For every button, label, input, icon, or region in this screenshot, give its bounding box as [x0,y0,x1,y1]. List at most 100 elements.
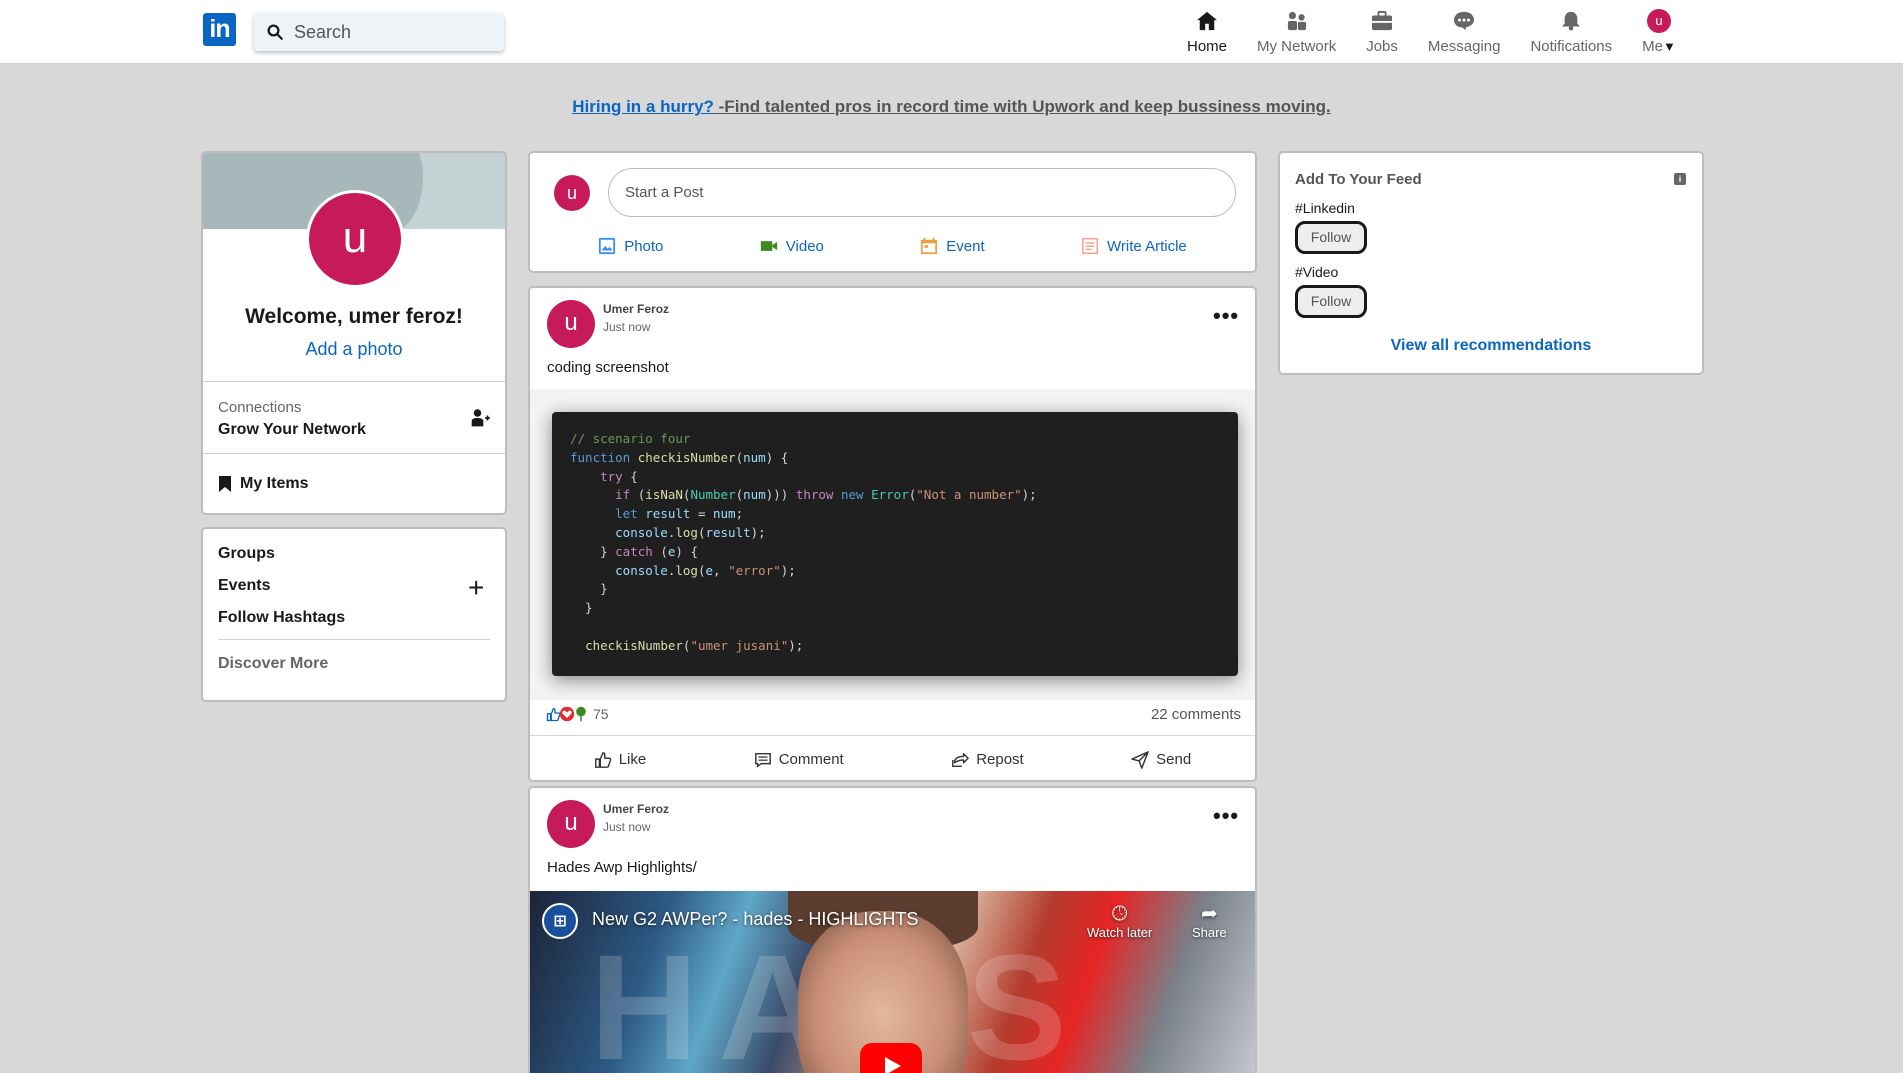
post-text: Hades Awp Highlights/ [547,859,697,876]
promo-text: -Find talented pros in record time with … [713,97,1331,116]
watch-later-button[interactable]: 🕓︎ Watch later [1087,903,1152,940]
profile-card: u Welcome, umer feroz! Add a photo Conne… [201,151,507,515]
groups-card: Groups Events + Follow Hashtags Discover… [201,527,507,702]
search-input[interactable] [294,21,494,43]
nav-my-network-label: My Network [1257,38,1337,55]
video-button[interactable]: Video [760,237,824,255]
bell-icon [1562,11,1581,31]
embedded-video[interactable]: HAES ⊞ New G2 AWPer? - hades - HIGHLIGHT… [530,891,1255,1073]
repost-button[interactable]: Repost [951,751,1024,769]
video-icon [760,241,777,251]
post-time: Just now [603,320,651,334]
post-actions: Like Comment Repost Send [530,737,1255,780]
linkedin-logo[interactable]: in [203,13,236,46]
connections-label[interactable]: Connections [218,399,301,416]
share-video-button[interactable]: ➦ Share [1192,903,1227,940]
me-avatar: u [1647,9,1671,33]
network-icon [1287,11,1306,31]
like-button[interactable]: Like [594,751,646,769]
code-screenshot: // scenario four function checkisNumber(n… [552,412,1238,676]
follow-hashtags-link[interactable]: Follow Hashtags [218,609,345,627]
nav-home-label: Home [1187,38,1228,55]
nav-me[interactable]: u Me▼ [1627,8,1691,60]
nav-my-network[interactable]: My Network [1242,8,1351,60]
add-to-feed-card: Add To Your Feed i #Linkedin Follow #Vid… [1278,151,1704,375]
clock-icon: 🕓︎ [1111,903,1128,925]
author-avatar[interactable]: u [547,800,595,848]
author-avatar[interactable]: u [547,300,595,348]
calendar-icon [921,237,938,255]
briefcase-icon [1372,11,1393,31]
nav-home[interactable]: Home [1172,8,1242,60]
author-name[interactable]: Umer Feroz [603,302,669,316]
add-photo-link[interactable]: Add a photo [203,339,505,360]
welcome-text: Welcome, umer feroz! [245,305,463,328]
info-icon[interactable]: i [1674,173,1686,185]
nav-messaging-label: Messaging [1427,38,1501,55]
post-time: Just now [603,820,651,834]
hashtag-label[interactable]: #Linkedin [1295,200,1355,216]
composer-actions: Photo Video Event Write Article [530,237,1255,255]
start-post-input[interactable]: Start a Post [608,168,1236,217]
post-composer: u Start a Post Photo Video Event Write A… [528,151,1257,273]
promo-banner: Hiring in a hurry? -Find talented pros i… [0,97,1903,117]
search-icon [267,24,283,40]
send-button[interactable]: Send [1131,750,1191,769]
hashtag-label[interactable]: #Video [1295,264,1338,280]
groups-link[interactable]: Groups [218,545,275,563]
nav-notifications[interactable]: Notifications [1515,8,1627,60]
composer-avatar: u [554,175,590,211]
feed-card-title: Add To Your Feed [1295,171,1422,188]
photo-button[interactable]: Photo [598,237,663,255]
share-arrow-icon: ➦ [1200,903,1218,925]
follow-button[interactable]: Follow [1295,285,1367,318]
channel-logo-icon[interactable]: ⊞ [542,903,578,939]
more-options-icon[interactable]: ••• [1213,305,1239,327]
video-title[interactable]: New G2 AWPer? - hades - HIGHLIGHTS [592,909,918,930]
profile-avatar[interactable]: u [306,190,404,288]
my-items-link[interactable]: My Items [218,475,308,493]
post-image[interactable]: // scenario four function checkisNumber(n… [530,389,1255,700]
divider [203,453,505,454]
home-icon [1197,11,1217,31]
divider [218,639,490,640]
more-options-icon[interactable]: ••• [1213,805,1239,827]
celebrate-reaction-icon [573,706,589,722]
add-connection-icon[interactable] [470,408,490,428]
post-text: coding screenshot [547,359,669,376]
author-name[interactable]: Umer Feroz [603,802,669,816]
caret-down-icon: ▼ [1662,39,1676,54]
feed-post: u Umer Feroz Just now ••• Hades Awp High… [528,786,1257,1073]
bookmark-icon [219,476,231,492]
nav-jobs[interactable]: Jobs [1351,8,1413,60]
discover-more-link[interactable]: Discover More [218,655,328,673]
comment-button[interactable]: Comment [754,751,844,769]
nav-messaging[interactable]: Messaging [1413,8,1516,60]
play-button-icon[interactable] [860,1043,922,1073]
view-all-recommendations-link[interactable]: View all recommendations [1280,337,1702,355]
photo-icon [599,237,616,255]
comments-count[interactable]: 22 comments [1151,706,1241,723]
send-icon [1131,750,1149,769]
promo-link[interactable]: Hiring in a hurry? [572,97,714,116]
reactions-summary[interactable]: 75 [545,706,609,722]
events-link[interactable]: Events [218,577,270,595]
follow-button[interactable]: Follow [1295,221,1367,254]
divider [203,381,505,382]
nav-items: Home My Network Jobs Messaging Notificat… [1172,8,1691,60]
repost-icon [952,752,970,767]
write-article-button[interactable]: Write Article [1081,237,1187,255]
event-button[interactable]: Event [920,237,985,255]
nav-notifications-label: Notifications [1530,38,1613,55]
top-navbar: in Home My Network Jobs Messaging Notifi… [0,0,1903,64]
nav-jobs-label: Jobs [1366,38,1398,55]
divider [530,735,1255,736]
article-icon [1082,238,1098,254]
grow-network-link[interactable]: Grow Your Network [218,421,366,439]
search-box[interactable] [254,13,504,51]
add-event-icon[interactable]: + [468,574,484,602]
my-items-label: My Items [240,475,309,492]
feed-post: u Umer Feroz Just now ••• coding screens… [528,286,1257,782]
like-icon [594,751,612,768]
reaction-count: 75 [593,706,609,722]
